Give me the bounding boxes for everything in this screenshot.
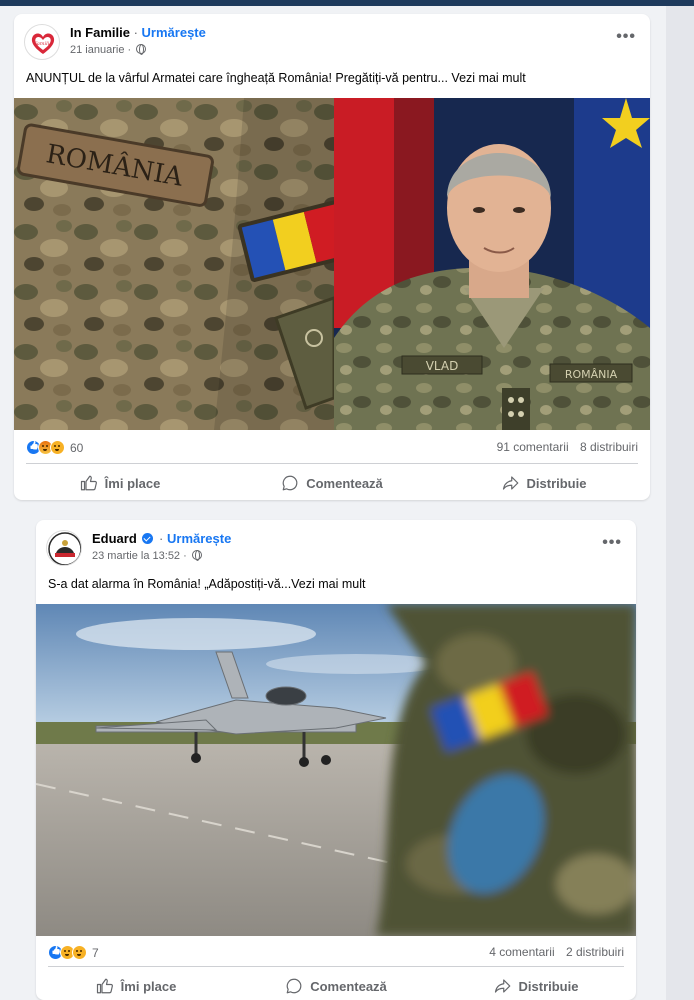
- avatar[interactable]: [46, 530, 82, 566]
- wow-reaction-icon: [72, 945, 87, 960]
- eduard-logo-icon: [48, 532, 81, 565]
- author-line: In Familie · Urmărește: [70, 25, 206, 40]
- reactions-count: 7: [92, 945, 99, 960]
- right-column: [666, 6, 694, 1000]
- in-familie-logo-icon: Familie: [31, 33, 55, 54]
- globe-icon: [191, 550, 202, 561]
- share-button[interactable]: Distribuie: [438, 466, 650, 500]
- post-actions: Îmi place Comentează Distribuie: [14, 466, 650, 500]
- post-header: Familie In Familie · Urmărește 21 ianuar…: [14, 14, 650, 64]
- author-line: Eduard · Urmărește: [92, 531, 232, 546]
- post-meta: 23 martie la 13:52 ·: [92, 550, 202, 562]
- post-text: ANUNȚUL de la vârful Armatei care înghea…: [26, 71, 526, 85]
- shares-count[interactable]: 2 distribuiri: [566, 945, 624, 959]
- post-stats: 7 4 comentarii 2 distribuiri: [48, 943, 624, 965]
- share-button[interactable]: Distribuie: [436, 969, 636, 1000]
- follow-button[interactable]: Urmărește: [167, 531, 231, 546]
- post-text: S-a dat alarma în România! „Adăpostiți-v…: [48, 577, 366, 591]
- divider: [48, 966, 624, 967]
- post-date[interactable]: 21 ianuarie: [70, 44, 124, 56]
- more-options-icon[interactable]: •••: [602, 534, 622, 552]
- svg-text:Familie: Familie: [33, 41, 53, 47]
- military-image: ROMÂNIA VLAD ROMÂNIA: [14, 98, 650, 430]
- post-date[interactable]: 23 martie la 13:52: [92, 550, 180, 562]
- engagement-counts: 91 comentarii 8 distribuiri: [497, 440, 638, 454]
- comment-button[interactable]: Comentează: [236, 969, 436, 1000]
- engagement-counts: 4 comentarii 2 distribuiri: [489, 945, 624, 959]
- share-arrow-icon: [494, 979, 510, 993]
- post-image[interactable]: ROMÂNIA VLAD ROMÂNIA: [14, 98, 650, 430]
- more-options-icon[interactable]: •••: [616, 28, 636, 46]
- author-name[interactable]: In Familie: [70, 25, 130, 40]
- comments-count[interactable]: 4 comentarii: [489, 945, 554, 959]
- post-image[interactable]: [36, 604, 636, 936]
- post-header: Eduard · Urmărește 23 martie la 13:52 · …: [36, 520, 636, 570]
- fighter-jet-image: [36, 604, 636, 936]
- feed-post: Eduard · Urmărește 23 martie la 13:52 · …: [36, 520, 636, 1000]
- feed-post: Familie In Familie · Urmărește 21 ianuar…: [14, 14, 650, 500]
- reactions-summary[interactable]: 60: [26, 440, 83, 455]
- country-tag: ROMÂNIA: [565, 368, 618, 381]
- comment-button[interactable]: Comentează: [226, 466, 438, 500]
- post-meta: 21 ianuarie ·: [70, 44, 147, 56]
- comment-bubble-icon: [286, 978, 302, 994]
- like-button[interactable]: Îmi place: [36, 969, 236, 1000]
- like-button[interactable]: Îmi place: [14, 466, 226, 500]
- share-arrow-icon: [502, 476, 518, 490]
- thumbs-up-icon: [80, 475, 97, 491]
- thumbs-up-icon: [96, 978, 113, 994]
- name-tag: VLAD: [426, 359, 459, 373]
- author-name[interactable]: Eduard: [92, 531, 137, 546]
- shares-count[interactable]: 8 distribuiri: [580, 440, 638, 454]
- browser-top-bar: [0, 0, 694, 6]
- reactions-summary[interactable]: 7: [48, 945, 99, 960]
- globe-icon: [136, 44, 147, 55]
- comments-count[interactable]: 91 comentarii: [497, 440, 569, 454]
- post-stats: 60 91 comentarii 8 distribuiri: [26, 438, 638, 460]
- haha-reaction-icon: [50, 440, 65, 455]
- comment-bubble-icon: [282, 475, 298, 491]
- avatar[interactable]: Familie: [24, 24, 60, 60]
- reactions-count: 60: [70, 440, 84, 455]
- divider: [26, 463, 638, 464]
- post-actions: Îmi place Comentează Distribuie: [36, 969, 636, 1000]
- follow-button[interactable]: Urmărește: [142, 25, 206, 40]
- verified-badge-icon: [142, 533, 154, 544]
